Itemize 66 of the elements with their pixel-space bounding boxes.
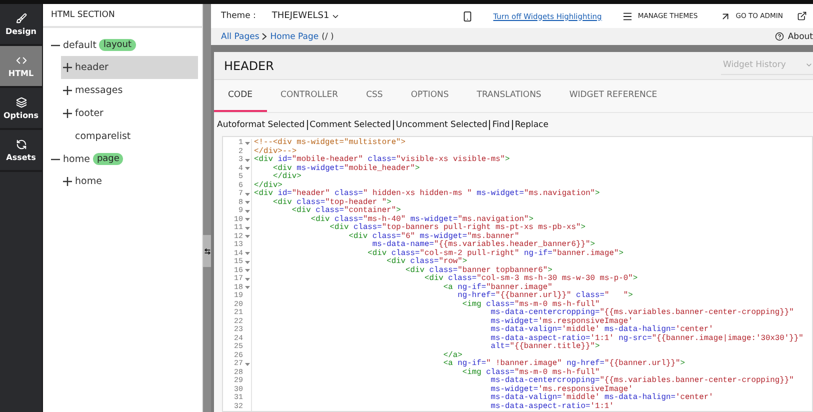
tree-item[interactable]: header [61, 56, 198, 79]
editor-tab[interactable]: WIDGET REFERENCE [555, 80, 672, 112]
rail-label: Design [6, 26, 36, 36]
section-title: HTML SECTION [43, 4, 202, 28]
fold-icon[interactable] [244, 201, 250, 204]
editor-action[interactable]: Autoformat Selected [217, 120, 305, 130]
breadcrumb-link[interactable]: All Pages [221, 32, 260, 42]
tree-item[interactable]: home page [49, 148, 198, 170]
editor-action[interactable]: Comment Selected [310, 120, 391, 130]
editor-tab[interactable]: CONTROLLER [266, 80, 352, 112]
fold-icon[interactable] [244, 192, 250, 196]
tree-item[interactable]: default layout [49, 34, 198, 56]
rail-label: HTML [8, 68, 34, 78]
help-icon [774, 32, 784, 41]
breadcrumb-link[interactable]: Home Page [270, 32, 319, 42]
fold-icon[interactable] [244, 235, 250, 238]
about-button[interactable]: About [774, 32, 813, 42]
code-icon [16, 54, 26, 66]
breadcrumb-path: (/ ) [322, 32, 334, 42]
type-badge: page [92, 153, 124, 165]
rail-label: Assets [6, 152, 36, 162]
editor-tab[interactable]: OPTIONS [396, 80, 463, 112]
phone-icon[interactable] [462, 10, 474, 22]
theme-dropdown[interactable]: THEJEWELS1 [262, 11, 340, 21]
resize-icon [204, 248, 210, 254]
brush-icon [16, 12, 26, 24]
external-link-icon[interactable] [797, 11, 807, 21]
widget-title: HEADER [223, 58, 274, 72]
fold-icon[interactable] [244, 210, 250, 213]
fold-icon[interactable] [244, 286, 250, 290]
tree-item[interactable]: footer [61, 102, 198, 125]
tree-item[interactable]: home [61, 170, 198, 193]
editor-tab[interactable]: CODE [214, 80, 267, 112]
arrow-icon [720, 10, 731, 22]
fold-icon[interactable] [244, 252, 250, 256]
editor-action[interactable]: Find [492, 120, 510, 130]
rail-tab[interactable]: HTML [0, 46, 42, 88]
editor-tab[interactable]: TRANSLATIONS [462, 80, 556, 112]
plus-icon[interactable] [63, 177, 72, 186]
tree-item[interactable]: comparelist [61, 125, 198, 148]
fold-icon[interactable] [244, 269, 250, 272]
theme-label: Theme : [221, 11, 256, 21]
menu-icon [622, 10, 633, 22]
editor-action[interactable]: Replace [514, 120, 548, 130]
fold-icon[interactable] [244, 167, 250, 170]
chevron-icon [262, 33, 268, 40]
code-editor[interactable] [222, 136, 813, 412]
resize-handle[interactable] [203, 235, 211, 267]
tree-item[interactable]: messages [61, 79, 198, 102]
plus-icon[interactable] [63, 109, 72, 118]
fold-icon[interactable] [244, 362, 250, 366]
plus-icon[interactable] [63, 63, 72, 72]
layers-icon [16, 96, 26, 108]
caret-icon [805, 61, 813, 69]
editor-action[interactable]: Uncomment Selected [396, 120, 488, 130]
fold-icon[interactable] [244, 226, 250, 230]
fold-icon[interactable] [244, 158, 250, 162]
fold-icon[interactable] [244, 278, 250, 281]
fold-icon[interactable] [244, 260, 250, 264]
refresh-icon [16, 138, 26, 150]
editor-tab[interactable]: CSS [352, 80, 397, 112]
fold-icon[interactable] [244, 142, 250, 145]
plus-icon[interactable] [63, 86, 72, 95]
fold-icon[interactable] [244, 218, 250, 222]
rail-label: Options [3, 110, 39, 120]
type-badge: layout [99, 39, 136, 51]
